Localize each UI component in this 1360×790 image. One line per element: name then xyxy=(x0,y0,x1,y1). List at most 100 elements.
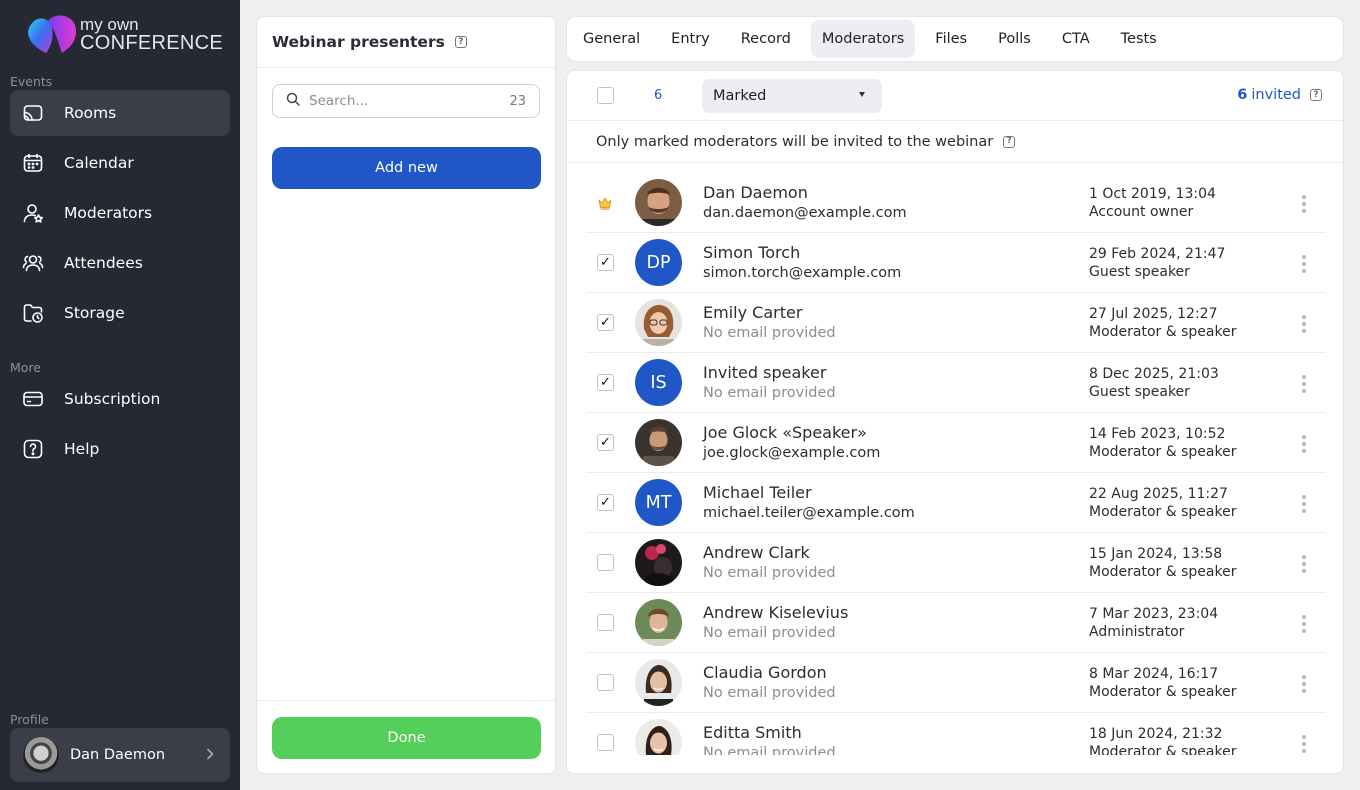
folder-clock-icon xyxy=(22,302,44,324)
tab-record[interactable]: Record xyxy=(730,20,802,58)
more-vertical-icon[interactable] xyxy=(1294,495,1314,513)
search-box: 23 xyxy=(272,84,540,118)
moderator-date: 8 Mar 2024, 16:17 xyxy=(1089,666,1219,682)
tab-entry[interactable]: Entry xyxy=(660,20,721,58)
more-vertical-icon[interactable] xyxy=(1294,675,1314,693)
avatar xyxy=(635,419,682,466)
help-icon[interactable]: ? xyxy=(1310,89,1322,101)
search-icon xyxy=(286,92,300,110)
more-vertical-icon[interactable] xyxy=(1294,195,1314,213)
app-logo[interactable]: my own CONFERENCE xyxy=(26,12,226,56)
panel-title: Webinar presenters xyxy=(272,33,445,51)
sidebar-item-moderators[interactable]: Moderators xyxy=(10,190,230,236)
cast-icon xyxy=(22,102,44,124)
row-checkbox[interactable]: ✓ xyxy=(597,314,614,331)
moderator-name: Dan Daemon xyxy=(703,183,808,202)
caret-down-icon xyxy=(859,92,865,97)
tab-files[interactable]: Files xyxy=(924,20,978,58)
invite-note: Only marked moderators will be invited t… xyxy=(567,121,1343,163)
tab-general[interactable]: General xyxy=(572,20,651,58)
moderator-name: Michael Teiler xyxy=(703,483,812,502)
section-label-profile: Profile xyxy=(10,712,49,727)
help-icon[interactable]: ? xyxy=(454,36,467,48)
table-row[interactable]: ✓ Emily Carter No email provided 27 Jul … xyxy=(586,293,1326,353)
more-vertical-icon[interactable] xyxy=(1294,735,1314,753)
row-checkbox[interactable]: ✓ xyxy=(597,254,614,271)
table-row[interactable]: ✓ IS Invited speaker No email provided 8… xyxy=(586,353,1326,413)
moderator-name: Joe Glock «Speaker» xyxy=(703,423,867,442)
moderator-date: 7 Mar 2023, 23:04 xyxy=(1089,606,1219,622)
sidebar-item-label: Rooms xyxy=(64,104,117,122)
table-row[interactable]: ✓ DP Simon Torch simon.torch@example.com… xyxy=(586,233,1326,293)
sidebar-item-label: Moderators xyxy=(64,204,153,222)
table-row[interactable]: Editta Smith No email provided 18 Jun 20… xyxy=(586,713,1326,755)
table-row[interactable]: Dan Daemon dan.daemon@example.com 1 Oct … xyxy=(586,173,1326,233)
row-checkbox[interactable]: ✓ xyxy=(597,494,614,511)
sidebar-item-attendees[interactable]: Attendees xyxy=(10,240,230,286)
table-row[interactable]: ✓ MT Michael Teiler michael.teiler@examp… xyxy=(586,473,1326,533)
moderator-email: No email provided xyxy=(703,385,836,401)
user-star-icon xyxy=(22,202,44,224)
table-row[interactable]: Andrew Kiselevius No email provided 7 Ma… xyxy=(586,593,1326,653)
help-icon[interactable]: ? xyxy=(1003,135,1016,148)
more-vertical-icon[interactable] xyxy=(1294,315,1314,333)
sidebar-item-rooms[interactable]: Rooms xyxy=(10,90,230,136)
more-vertical-icon[interactable] xyxy=(1294,375,1314,393)
row-checkbox[interactable] xyxy=(597,554,614,571)
select-all-checkbox[interactable] xyxy=(597,87,614,104)
tab-polls[interactable]: Polls xyxy=(987,20,1042,58)
profile-name: Dan Daemon xyxy=(70,747,166,763)
row-checkbox[interactable]: ✓ xyxy=(597,434,614,451)
avatar xyxy=(635,539,682,586)
avatar: IS xyxy=(635,359,682,406)
moderator-email: No email provided xyxy=(703,685,836,701)
moderator-role: Guest speaker xyxy=(1089,264,1190,280)
moderator-email: No email provided xyxy=(703,565,836,581)
moderator-role: Moderator & speaker xyxy=(1089,564,1237,580)
moderator-role: Moderator & speaker xyxy=(1089,324,1237,340)
row-checkbox[interactable]: ✓ xyxy=(597,374,614,391)
moderator-email: joe.glock@example.com xyxy=(703,445,881,461)
tab-tests[interactable]: Tests xyxy=(1110,20,1168,58)
table-row[interactable]: ✓ Joe Glock «Speaker» joe.glock@example.… xyxy=(586,413,1326,473)
calendar-icon xyxy=(22,152,44,174)
moderator-name: Andrew Kiselevius xyxy=(703,603,849,622)
sidebar-item-help[interactable]: Help xyxy=(10,426,230,472)
sidebar-item-label: Calendar xyxy=(64,154,134,172)
sidebar-item-calendar[interactable]: Calendar xyxy=(10,140,230,186)
search-input[interactable] xyxy=(309,93,499,109)
moderator-email: simon.torch@example.com xyxy=(703,265,902,281)
sidebar-item-label: Subscription xyxy=(64,390,161,408)
moderator-role: Guest speaker xyxy=(1089,384,1190,400)
table-row[interactable]: Claudia Gordon No email provided 8 Mar 2… xyxy=(586,653,1326,713)
avatar xyxy=(635,719,682,755)
moderator-role: Administrator xyxy=(1089,624,1185,640)
moderator-date: 22 Aug 2025, 11:27 xyxy=(1089,486,1228,502)
done-button[interactable]: Done xyxy=(272,717,541,759)
invited-count: 6 xyxy=(1237,87,1248,103)
tab-cta[interactable]: CTA xyxy=(1051,20,1101,58)
avatar xyxy=(23,737,59,773)
moderator-email: dan.daemon@example.com xyxy=(703,205,907,221)
row-checkbox[interactable] xyxy=(597,614,614,631)
moderator-email: No email provided xyxy=(703,745,836,755)
row-checkbox[interactable] xyxy=(597,674,614,691)
moderator-name: Andrew Clark xyxy=(703,543,810,562)
more-vertical-icon[interactable] xyxy=(1294,615,1314,633)
more-vertical-icon[interactable] xyxy=(1294,255,1314,273)
table-row[interactable]: Andrew Clark No email provided 15 Jan 20… xyxy=(586,533,1326,593)
filter-select[interactable]: Marked xyxy=(702,79,882,113)
more-vertical-icon[interactable] xyxy=(1294,555,1314,573)
avatar xyxy=(635,599,682,646)
profile-menu[interactable]: Dan Daemon xyxy=(10,728,230,782)
row-checkbox[interactable] xyxy=(597,734,614,751)
more-vertical-icon[interactable] xyxy=(1294,435,1314,453)
sidebar-item-storage[interactable]: Storage xyxy=(10,290,230,336)
tab-moderators[interactable]: Moderators xyxy=(810,20,916,58)
moderator-role: Moderator & speaker xyxy=(1089,744,1237,755)
avatar xyxy=(635,659,682,706)
sidebar-item-subscription[interactable]: Subscription xyxy=(10,376,230,422)
add-new-button[interactable]: Add new xyxy=(272,147,541,189)
moderator-role: Moderator & speaker xyxy=(1089,684,1237,700)
logo-line2: CONFERENCE xyxy=(80,32,224,54)
